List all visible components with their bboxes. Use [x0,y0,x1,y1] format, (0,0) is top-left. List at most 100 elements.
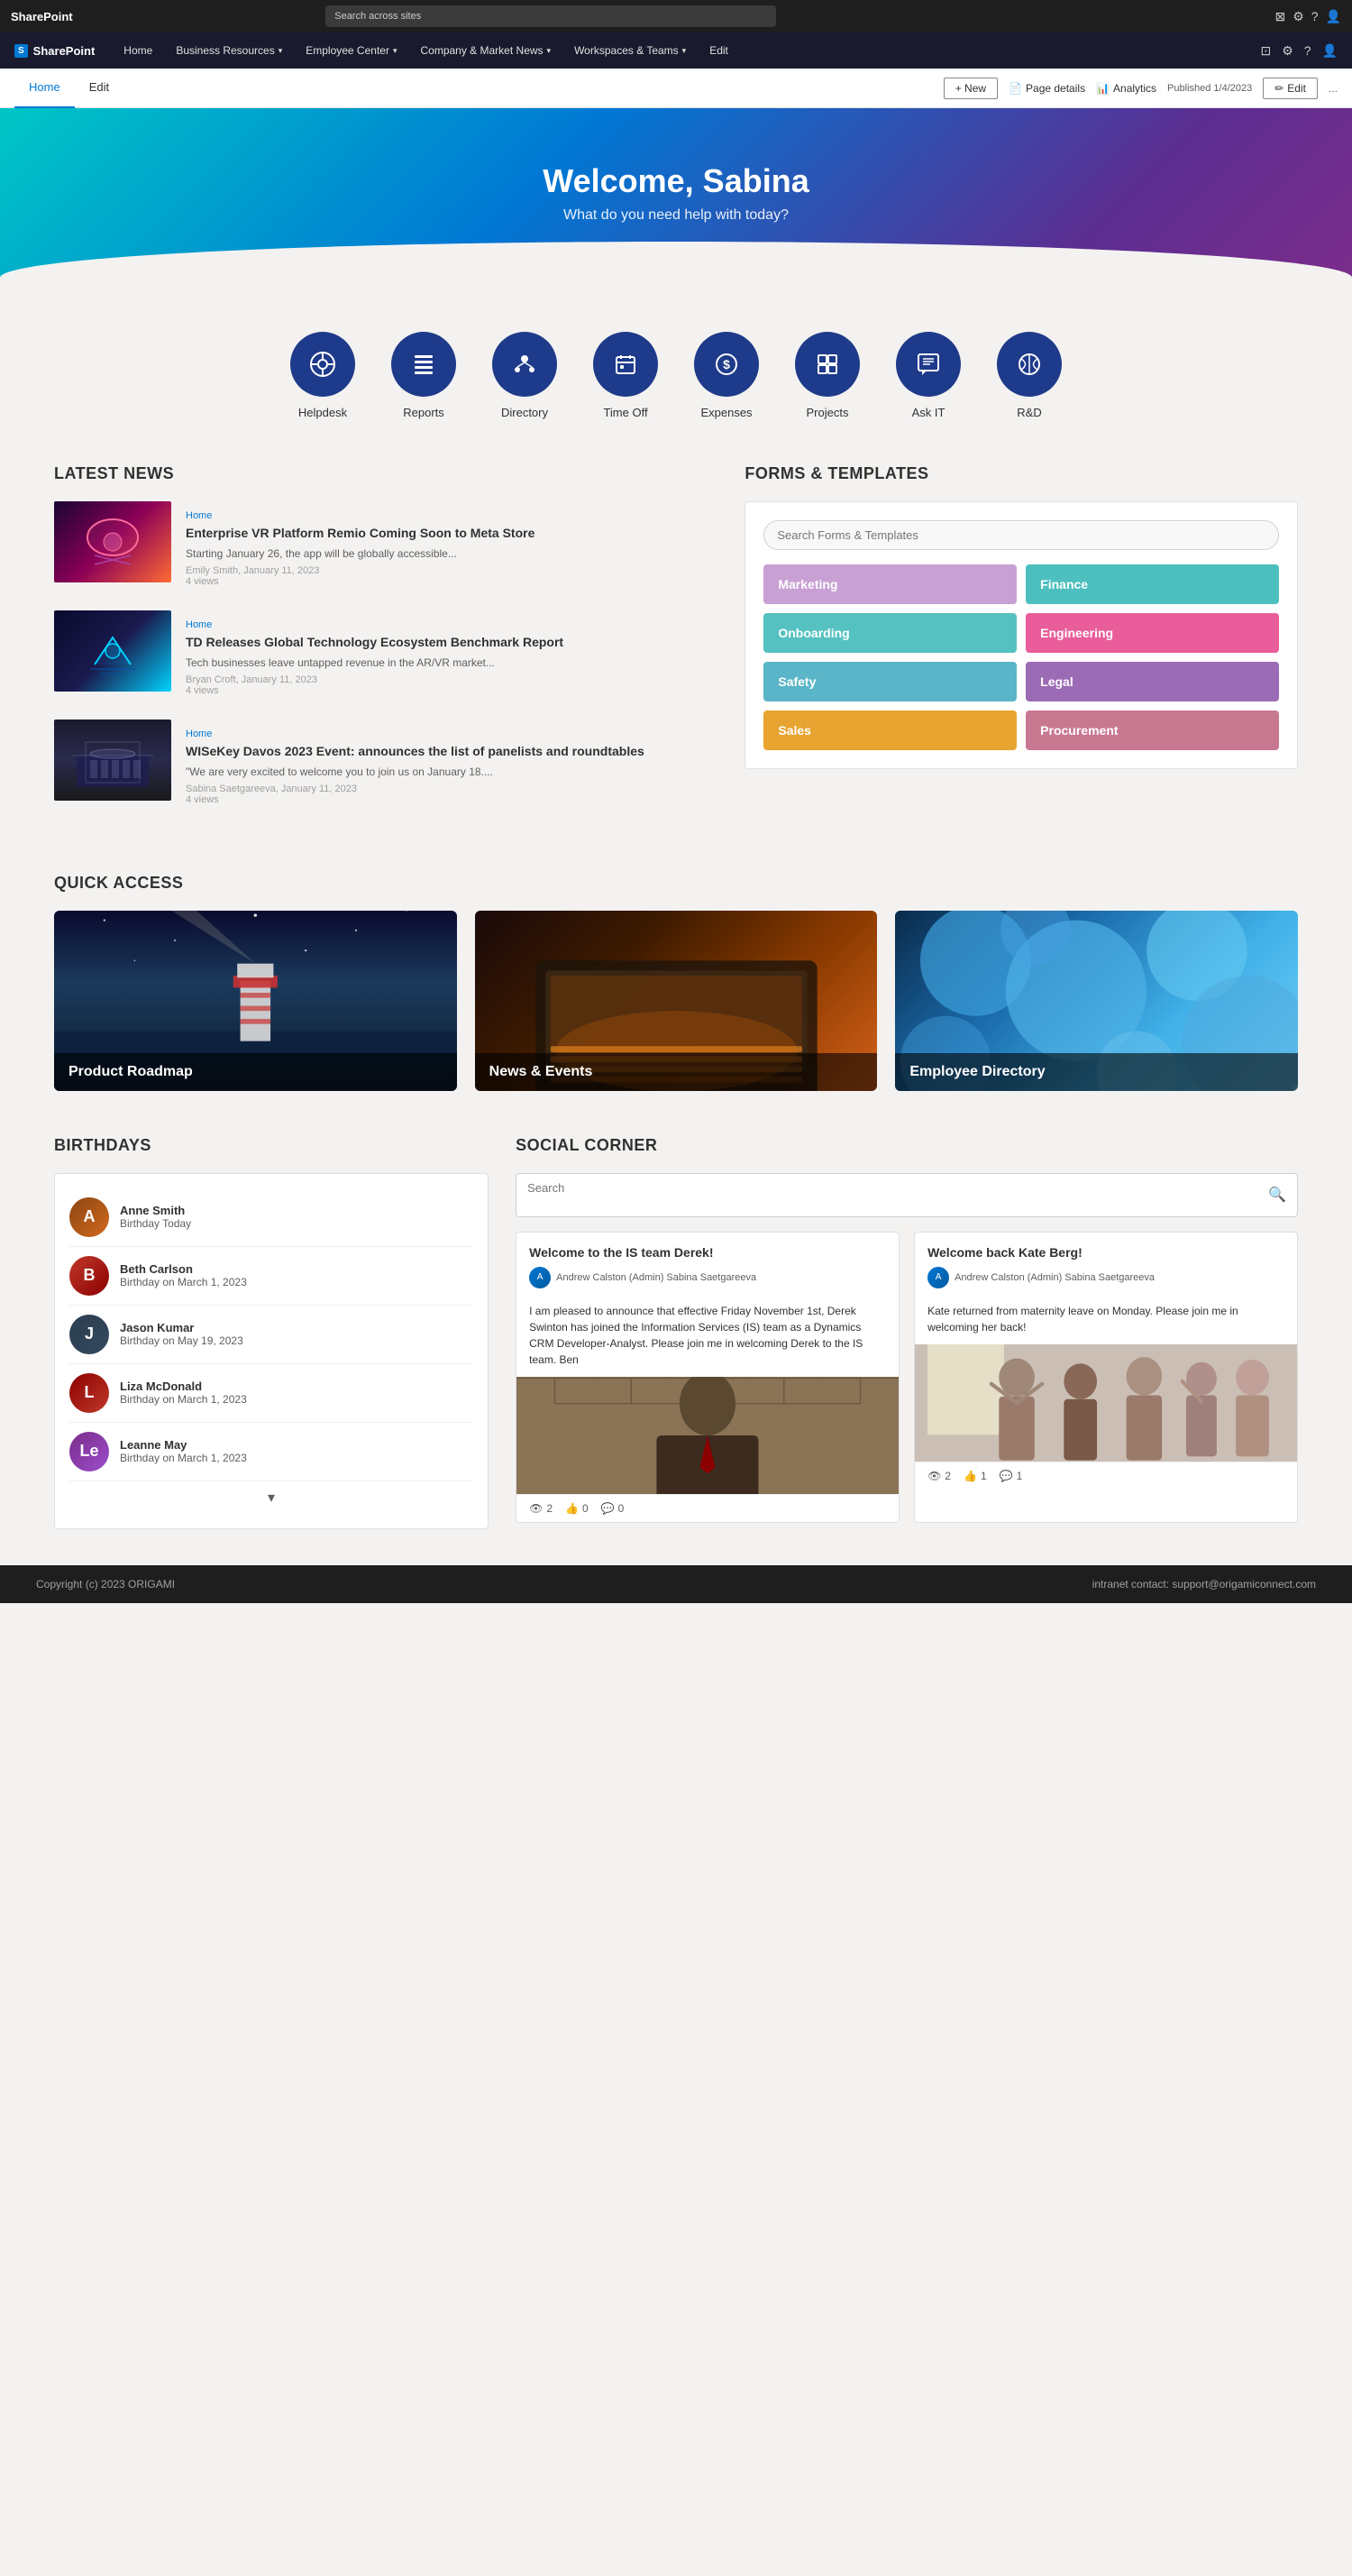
derek-comments[interactable]: 💬 0 [601,1502,625,1515]
nav-workspaces[interactable]: Workspaces & Teams▾ [563,32,697,69]
browser-icon-1: ⊠ [1274,9,1285,24]
projects-label: Projects [807,406,849,419]
sp-nav: Home Business Resources▾ Employee Center… [113,32,1242,69]
birthday-beth[interactable]: B Beth Carlson Birthday on March 1, 2023 [69,1247,473,1306]
tab-home[interactable]: Home [14,69,75,108]
nav-askit[interactable]: Ask IT [896,332,961,419]
tab-edit[interactable]: Edit [75,69,123,108]
nav-directory[interactable]: Directory [492,332,557,419]
social-title-derek: Welcome to the IS team Derek! [529,1245,886,1260]
kate-views: 👁 2 [927,1470,951,1482]
birthday-name-beth: Beth Carlson [120,1262,247,1276]
social-search-input[interactable] [527,1174,1261,1202]
birthday-name-leanne: Leanne May [120,1438,247,1452]
askit-icon [896,332,961,397]
birthday-date-beth: Birthday on March 1, 2023 [120,1276,247,1288]
birthday-leanne[interactable]: Le Leanne May Birthday on March 1, 2023 [69,1423,473,1481]
news-cat-2: Home [186,619,705,630]
nav-edit[interactable]: Edit [699,32,739,69]
tag-finance[interactable]: Finance [1026,564,1279,604]
social-corner-section: SOCIAL CORNER 🔍 Welcome to the IS team D… [516,1136,1298,1529]
address-bar[interactable]: Search across sites [325,5,776,27]
nav-timeoff[interactable]: Time Off [593,332,658,419]
nav-rd[interactable]: R&D [997,332,1062,419]
avatar-liza: L [69,1373,109,1413]
more-options[interactable]: ... [1329,82,1338,95]
tag-onboarding[interactable]: Onboarding [763,613,1017,653]
news-title-3: WISeKey Davos 2023 Event: announces the … [186,743,705,759]
qa-card-directory[interactable]: Employee Directory [895,911,1298,1091]
projects-icon [795,332,860,397]
news-item-3[interactable]: Home WISeKey Davos 2023 Event: announces… [54,720,717,814]
social-avatar-kate: A [927,1267,949,1288]
news-content-3: Home WISeKey Davos 2023 Event: announces… [186,720,717,814]
search-forms-input[interactable] [763,520,1279,550]
roadmap-label: Product Roadmap [54,1053,457,1091]
social-footer-kate: 👁 2 👍 1 💬 1 [915,1462,1297,1490]
published-info: Published 1/4/2023 [1167,83,1252,94]
birthdays-title: BIRTHDAYS [54,1136,489,1155]
birthday-info-anne: Anne Smith Birthday Today [120,1204,191,1230]
avatar-anne: A [69,1197,109,1237]
social-image-derek [516,1377,899,1494]
avatar-jason: J [69,1315,109,1354]
timeoff-label: Time Off [603,406,647,419]
birthday-name-anne: Anne Smith [120,1204,191,1217]
social-text-kate: Kate returned from maternity leave on Mo… [915,1303,1297,1344]
expenses-icon: $ [694,332,759,397]
social-author-derek: Andrew Calston (Admin) Sabina Saetgareev… [556,1272,756,1283]
social-card-derek: Welcome to the IS team Derek! A Andrew C… [516,1232,900,1523]
footer-copyright: Copyright (c) 2023 ORIGAMI [36,1578,175,1591]
birthday-jason[interactable]: J Jason Kumar Birthday on May 19, 2023 [69,1306,473,1364]
nav-reports[interactable]: Reports [391,332,456,419]
tag-safety[interactable]: Safety [763,662,1017,701]
news-thumb-3 [54,720,171,801]
news-views-2: 4 views [186,685,705,696]
hero-banner: Welcome, Sabina What do you need help wi… [0,108,1352,278]
quick-access-section: QUICK ACCESS [0,865,1352,1127]
kate-comments[interactable]: 💬 1 [1000,1470,1023,1482]
news-excerpt-1: Starting January 26, the app will be glo… [186,546,705,562]
news-excerpt-2: Tech businesses leave untapped revenue i… [186,655,705,671]
page-details-button[interactable]: 📄 Page details [1009,82,1085,95]
analytics-button[interactable]: 📊 Analytics [1096,82,1156,95]
news-item-1[interactable]: Home Enterprise VR Platform Remio Coming… [54,501,717,596]
new-button[interactable]: + New [944,78,998,99]
rd-label: R&D [1017,406,1041,419]
nav-projects[interactable]: Projects [795,332,860,419]
birthdays-section: BIRTHDAYS A Anne Smith Birthday Today B … [54,1136,489,1529]
news-meta-1: Emily Smith, January 11, 2023 [186,565,705,576]
reports-label: Reports [403,406,444,419]
nav-employee[interactable]: Employee Center▾ [295,32,407,69]
helpdesk-label: Helpdesk [298,406,347,419]
tag-sales[interactable]: Sales [763,710,1017,750]
derek-likes[interactable]: 👍 0 [565,1502,589,1515]
birthday-chevron-down[interactable]: ▾ [69,1481,473,1514]
news-item-2[interactable]: Home TD Releases Global Technology Ecosy… [54,610,717,705]
news-meta-3: Sabina Saetgareeva, January 11, 2023 [186,784,705,794]
tag-legal[interactable]: Legal [1026,662,1279,701]
address-text: Search across sites [334,11,421,22]
qa-card-roadmap[interactable]: Product Roadmap [54,911,457,1091]
nav-expenses[interactable]: $ Expenses [694,332,759,419]
rd-icon [997,332,1062,397]
tag-procurement[interactable]: Procurement [1026,710,1279,750]
nav-company[interactable]: Company & Market News▾ [409,32,562,69]
social-author-kate: Andrew Calston (Admin) Sabina Saetgareev… [955,1272,1155,1283]
nav-business[interactable]: Business Resources▾ [165,32,293,69]
search-icon: 🔍 [1268,1186,1286,1204]
news-views-3: 4 views [186,794,705,805]
tag-engineering[interactable]: Engineering [1026,613,1279,653]
nav-home[interactable]: Home [113,32,163,69]
qa-card-news[interactable]: News & Events [475,911,878,1091]
social-meta-derek: A Andrew Calston (Admin) Sabina Saetgare… [529,1267,886,1288]
birthday-anne[interactable]: A Anne Smith Birthday Today [69,1188,473,1247]
tag-marketing[interactable]: Marketing [763,564,1017,604]
birthday-liza[interactable]: L Liza McDonald Birthday on March 1, 202… [69,1364,473,1423]
social-meta-kate: A Andrew Calston (Admin) Sabina Saetgare… [927,1267,1284,1288]
nav-helpdesk[interactable]: Helpdesk [290,332,355,419]
helpdesk-icon [290,332,355,397]
comment-icon: 💬 [601,1502,615,1515]
kate-likes[interactable]: 👍 1 [964,1470,987,1482]
edit-button[interactable]: ✏ Edit [1263,78,1318,99]
